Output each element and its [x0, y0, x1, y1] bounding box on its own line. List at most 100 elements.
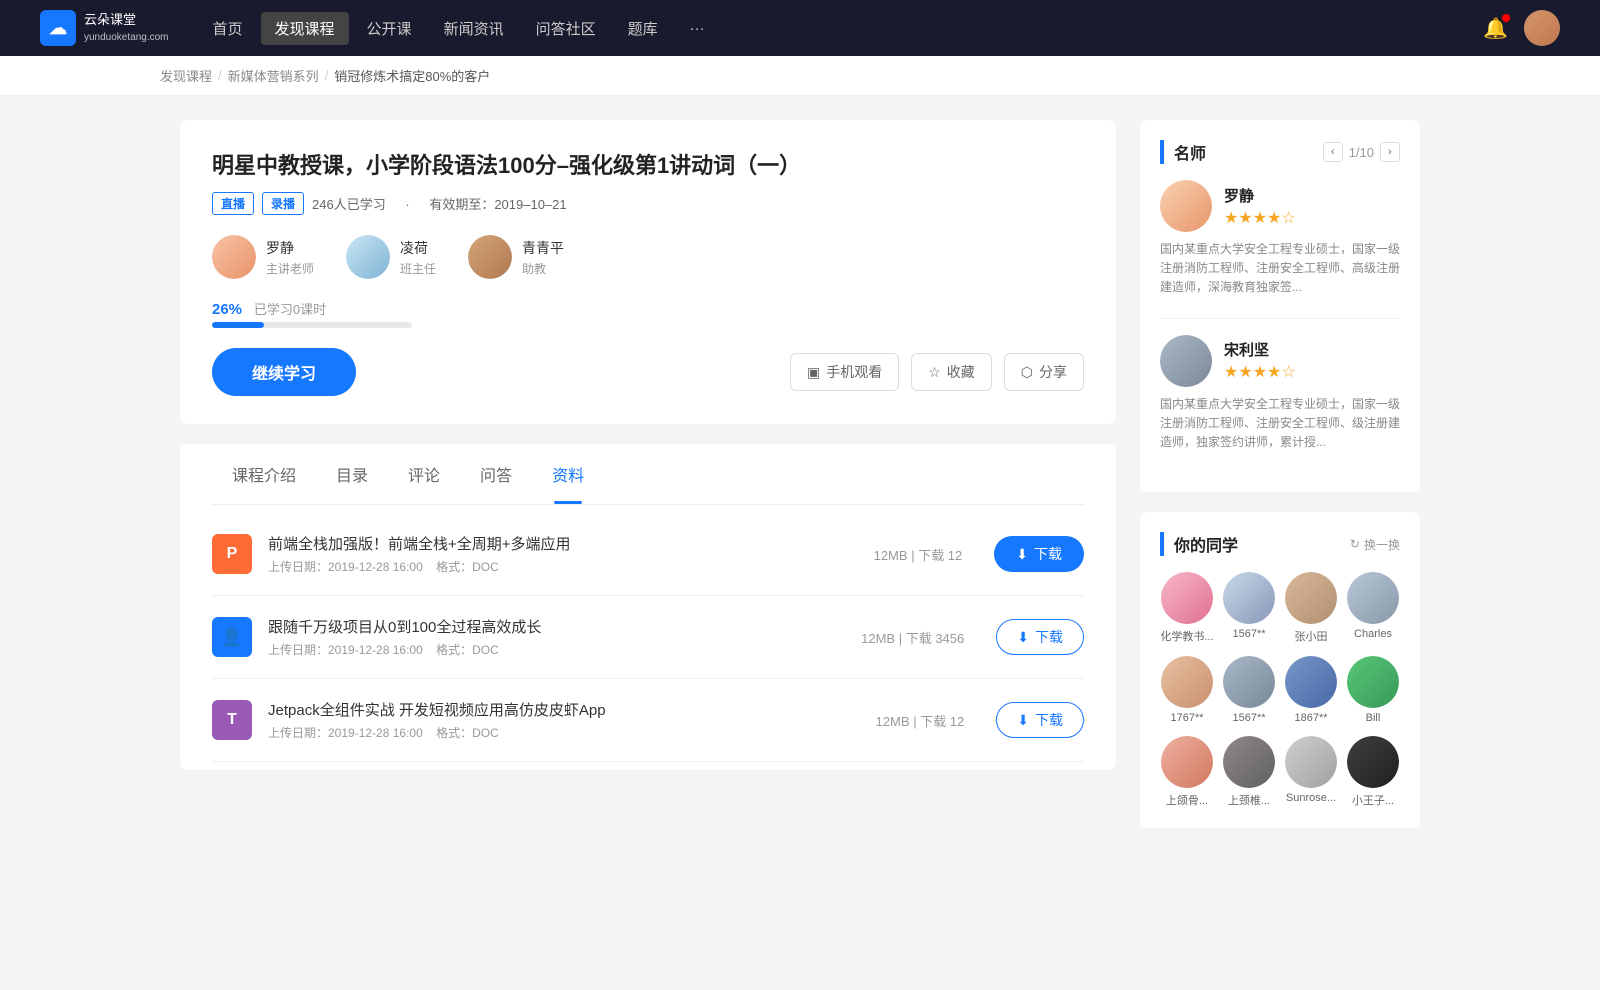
nav-item-home[interactable]: 首页	[199, 12, 257, 45]
teacher-name-1: 宋利坚	[1224, 339, 1296, 360]
tab-catalog[interactable]: 目录	[316, 444, 388, 504]
download-icon-1: ⬇	[1017, 629, 1029, 646]
nav-item-discover[interactable]: 发现课程	[261, 12, 349, 45]
classmates-title: 你的同学	[1160, 532, 1238, 556]
classmate-avatar-6	[1285, 656, 1337, 708]
collect-button[interactable]: ☆ 收藏	[911, 353, 992, 391]
instructor-name-0: 罗静	[266, 238, 314, 258]
instructor-0: 罗静 主讲老师	[212, 235, 314, 279]
course-meta: 246人已学习 · 有效期至：2019–10–21	[312, 194, 583, 213]
logo[interactable]: ☁ 云朵课堂yunduoketang.com	[40, 10, 169, 46]
share-label: 分享	[1039, 362, 1067, 382]
file-stats-1: 12MB | 下载 3456	[861, 628, 964, 647]
file-date-0: 上传日期：2019-12-28 16:00	[268, 560, 423, 574]
file-icon-2: T	[212, 700, 252, 740]
phone-label: 手机观看	[826, 362, 882, 382]
teacher-name-0: 罗静	[1224, 185, 1296, 206]
tab-materials[interactable]: 资料	[532, 444, 604, 504]
prev-page-button[interactable]: ‹	[1323, 142, 1343, 162]
classmate-name-5: 1567**	[1232, 712, 1265, 724]
progress-bar-bg	[212, 322, 412, 328]
breadcrumb-link-1[interactable]: 发现课程	[160, 66, 212, 85]
instructor-name-1: 凌荷	[400, 238, 436, 258]
classmate-7: Bill	[1346, 656, 1400, 724]
teacher-info-1: 宋利坚 ★★★★☆	[1224, 339, 1296, 382]
logo-icon: ☁	[40, 10, 76, 46]
classmate-10: Sunrose...	[1284, 736, 1338, 808]
file-format-0: 格式：DOC	[436, 560, 499, 574]
continue-button[interactable]: 继续学习	[212, 348, 356, 396]
instructor-2: 青青平 助教	[468, 235, 564, 279]
classmates-grid: 化学教书... 1567** 张小田 Charles 1767**	[1160, 572, 1400, 808]
collect-label: 收藏	[947, 362, 975, 382]
instructor-1: 凌荷 班主任	[346, 235, 436, 279]
breadcrumb-sep-2: /	[325, 68, 329, 83]
teacher-header-1: 宋利坚 ★★★★☆	[1160, 335, 1400, 387]
main-container: 明星中教授课，小学阶段语法100分–强化级第1讲动词（一） 直播 录播 246人…	[140, 96, 1460, 852]
phone-icon: ▣	[807, 364, 820, 381]
download-label-0: 下载	[1034, 544, 1062, 564]
classmate-name-10: Sunrose...	[1286, 792, 1336, 804]
nav-items: 首页 发现课程 公开课 新闻资讯 问答社区 题库 ···	[199, 12, 1484, 45]
classmates-header: 你的同学 ↻ 换一换	[1160, 532, 1400, 556]
share-button[interactable]: ⬡ 分享	[1004, 353, 1084, 391]
bell-dot	[1502, 14, 1510, 22]
classmate-name-9: 上颈椎...	[1228, 792, 1270, 808]
classmate-avatar-4	[1161, 656, 1213, 708]
download-button-0[interactable]: ⬇ 下载	[994, 536, 1084, 572]
file-stats-0: 12MB | 下载 12	[874, 545, 963, 564]
tab-qa[interactable]: 问答	[460, 444, 532, 504]
teacher-stars-0: ★★★★☆	[1224, 208, 1296, 228]
breadcrumb-sep-1: /	[218, 68, 222, 83]
logo-text: 云朵课堂yunduoketang.com	[84, 12, 169, 44]
refresh-button[interactable]: ↻ 换一换	[1350, 536, 1400, 553]
file-format-2: 格式：DOC	[436, 726, 499, 740]
file-name-2: Jetpack全组件实战 开发短视频应用高仿皮皮虾App	[268, 699, 860, 720]
bell-icon[interactable]: 🔔	[1483, 16, 1508, 41]
teachers-title: 名师	[1160, 140, 1206, 164]
teacher-header-0: 罗静 ★★★★☆	[1160, 180, 1400, 232]
file-icon-1: 👤	[212, 617, 252, 657]
progress-pct: 26%	[212, 301, 242, 318]
classmate-name-6: 1867**	[1294, 712, 1327, 724]
file-size-1: 12MB	[861, 631, 895, 646]
classmate-avatar-5	[1223, 656, 1275, 708]
classmate-avatar-11	[1347, 736, 1399, 788]
user-avatar-nav[interactable]	[1524, 10, 1560, 46]
file-meta-1: 上传日期：2019-12-28 16:00 格式：DOC	[268, 641, 845, 658]
tab-intro[interactable]: 课程介绍	[212, 444, 316, 504]
file-info-1: 跟随千万级项目从0到100全过程高效成长 上传日期：2019-12-28 16:…	[268, 616, 845, 658]
next-page-button[interactable]: ›	[1380, 142, 1400, 162]
classmate-avatar-7	[1347, 656, 1399, 708]
teacher-pagination: ‹ 1/10 ›	[1323, 142, 1400, 162]
file-icon-0: P	[212, 534, 252, 574]
teacher-avatar-0	[1160, 180, 1212, 232]
file-downloads-1: 下载 3456	[906, 631, 965, 646]
classmate-avatar-9	[1223, 736, 1275, 788]
progress-sub: 已学习0课时	[254, 302, 326, 317]
download-button-2[interactable]: ⬇ 下载	[996, 702, 1084, 738]
instructor-avatar-1	[346, 235, 390, 279]
breadcrumb-current: 销冠修炼术搞定80%的客户	[334, 66, 490, 85]
nav-item-quiz[interactable]: 题库	[614, 12, 672, 45]
teacher-info-0: 罗静 ★★★★☆	[1224, 185, 1296, 228]
file-stats-2: 12MB | 下载 12	[876, 711, 965, 730]
phone-button[interactable]: ▣ 手机观看	[790, 353, 899, 391]
nav-item-open[interactable]: 公开课	[353, 12, 426, 45]
classmate-avatar-10	[1285, 736, 1337, 788]
nav-item-news[interactable]: 新闻资讯	[430, 12, 518, 45]
refresh-label: 换一换	[1364, 536, 1400, 553]
nav-item-qa[interactable]: 问答社区	[522, 12, 610, 45]
tabs-nav: 课程介绍 目录 评论 问答 资料	[212, 444, 1084, 505]
file-item-1: 👤 跟随千万级项目从0到100全过程高效成长 上传日期：2019-12-28 1…	[212, 596, 1084, 679]
instructor-avatar-2	[468, 235, 512, 279]
download-button-1[interactable]: ⬇ 下载	[996, 619, 1084, 655]
tabs-container: 课程介绍 目录 评论 问答 资料 P 前端全栈加强版！前端全栈+全周期+多端应用…	[180, 444, 1116, 770]
classmate-5: 1567**	[1222, 656, 1276, 724]
teacher-desc-0: 国内某重点大学安全工程专业硕士，国家一级注册消防工程师、注册安全工程师、高级注册…	[1160, 240, 1400, 298]
course-students: 246人已学习	[312, 197, 386, 212]
nav-item-more[interactable]: ···	[676, 14, 719, 43]
breadcrumb-link-2[interactable]: 新媒体营销系列	[228, 66, 319, 85]
tab-review[interactable]: 评论	[388, 444, 460, 504]
classmates-card: 你的同学 ↻ 换一换 化学教书... 1567** 张小田	[1140, 512, 1420, 828]
